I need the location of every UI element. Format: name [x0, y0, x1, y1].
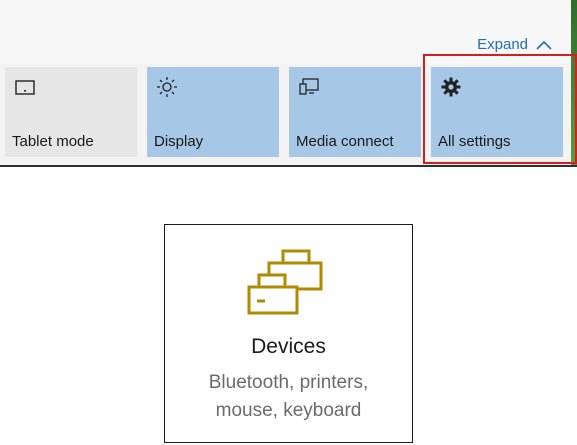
tile-media-connect[interactable]: Media connect: [289, 67, 421, 157]
devices-description-line: mouse, keyboard: [215, 400, 362, 421]
expand-label[interactable]: Expand: [477, 36, 528, 53]
devices-description: Bluetooth, printers, mouse, keyboard: [165, 369, 412, 425]
action-center-panel: Expand Tablet mode Display Media connect…: [0, 0, 577, 167]
tablet-mode-icon: [15, 80, 35, 95]
tile-label: All settings: [438, 133, 511, 150]
gear-icon: [441, 77, 461, 97]
tile-display[interactable]: Display: [147, 67, 279, 157]
devices-title: Devices: [251, 335, 326, 358]
tile-label: Display: [154, 133, 204, 150]
desktop-wallpaper-edge: [571, 0, 577, 165]
devices-description-line: Bluetooth, printers,: [208, 372, 369, 393]
media-connect-icon: [299, 78, 319, 95]
chevron-up-icon[interactable]: [536, 40, 552, 50]
devices-settings-card[interactable]: Devices Bluetooth, printers, mouse, keyb…: [164, 224, 413, 443]
tile-label: Media connect: [296, 133, 394, 150]
action-center-header: [0, 0, 577, 64]
printer-devices-icon: [247, 249, 323, 315]
tile-label: Tablet mode: [12, 133, 94, 150]
tile-tablet-mode[interactable]: Tablet mode: [5, 67, 137, 157]
tile-all-settings[interactable]: All settings: [431, 67, 563, 157]
brightness-icon: [157, 77, 177, 97]
expand-link[interactable]: Expand: [477, 36, 552, 53]
